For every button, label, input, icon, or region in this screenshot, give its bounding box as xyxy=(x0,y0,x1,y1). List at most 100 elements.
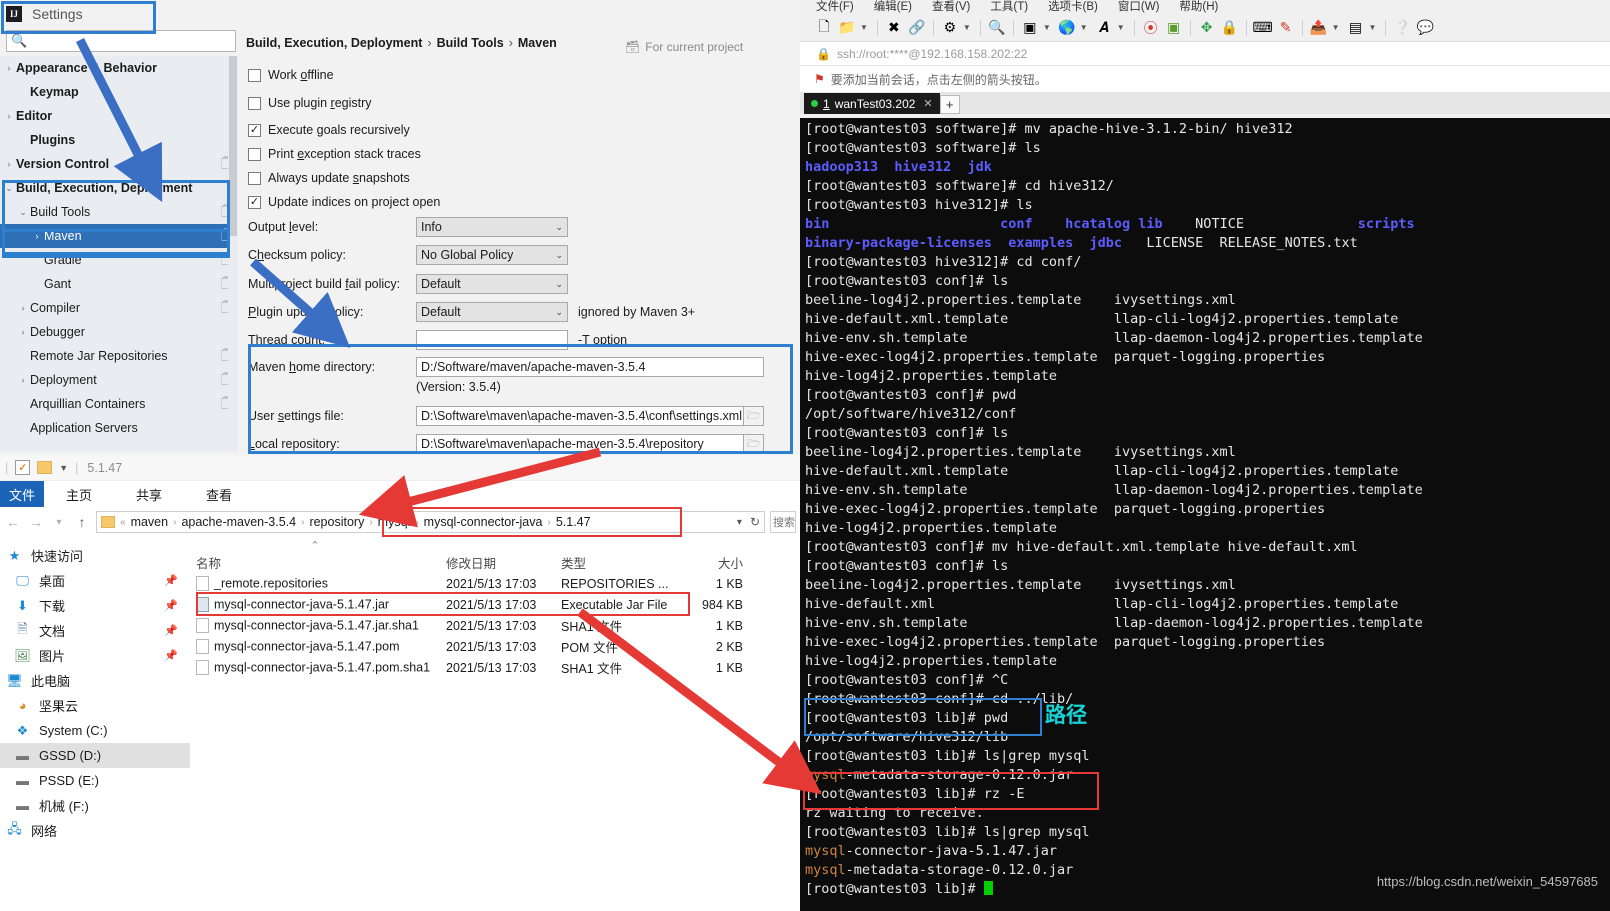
chevron-down-icon[interactable]: ⌄ xyxy=(16,207,30,218)
column-header-type[interactable]: 类型 xyxy=(555,553,675,572)
crumb-1[interactable]: apache-maven-3.5.4 xyxy=(181,515,296,529)
nav-item-6[interactable]: ◕ 坚果云 xyxy=(0,693,190,718)
checkbox-row-3[interactable]: Print exception stack traces xyxy=(248,147,421,161)
tree-item-deployment[interactable]: › Deployment 🗍 xyxy=(0,368,238,392)
tree-item-compiler[interactable]: › Compiler 🗍 xyxy=(0,296,238,320)
log-icon[interactable]: ⦿ xyxy=(1141,18,1161,38)
crumb-separator[interactable]: › xyxy=(301,517,304,528)
nav-item-10[interactable]: ▬ 机械 (F:) xyxy=(0,793,190,818)
crumb-separator[interactable]: › xyxy=(415,517,418,528)
setting-combo-0[interactable]: Info ⌄ xyxy=(416,217,568,237)
menu-0[interactable]: 文件(F) xyxy=(816,0,854,14)
menu-3[interactable]: 工具(T) xyxy=(990,0,1028,14)
tree-item-editor[interactable]: › Editor xyxy=(0,104,238,128)
chevron-down-icon[interactable]: ⌄ xyxy=(555,250,563,261)
terminal-output[interactable]: [root@wantest03 software]# mv apache-hiv… xyxy=(800,118,1610,911)
nav-item-5[interactable]: 🖥 此电脑 xyxy=(0,668,190,693)
nav-item-7[interactable]: ❖ System (C:) xyxy=(0,718,190,743)
setting-combo-3[interactable]: Default ⌄ xyxy=(416,302,568,322)
chevron-down-icon[interactable]: ▼ xyxy=(59,463,68,473)
checkbox-unchecked-icon[interactable] xyxy=(248,147,261,161)
tree-item-appearance-behavior[interactable]: › Appearance & Behavior xyxy=(0,56,238,80)
highlight-icon[interactable]: ✎ xyxy=(1276,18,1296,38)
tree-item-gradle[interactable]: Gradle 🗍 xyxy=(0,248,238,272)
checkbox-unchecked-icon[interactable] xyxy=(248,96,261,110)
crumb-5[interactable]: 5.1.47 xyxy=(556,515,591,529)
file-row-2[interactable]: mysql-connector-java-5.1.47.jar.sha1 2021… xyxy=(190,615,800,636)
crumb-4[interactable]: mysql-connector-java xyxy=(424,515,543,529)
layout-icon[interactable]: ▤ xyxy=(1346,18,1366,38)
transfer-icon[interactable]: ▣ xyxy=(1020,18,1040,38)
tree-item-gant[interactable]: Gant 🗍 xyxy=(0,272,238,296)
chevron-right-icon[interactable]: › xyxy=(2,63,16,73)
setting-text-input-4[interactable] xyxy=(416,330,568,350)
checkbox-unchecked-icon[interactable] xyxy=(248,171,261,185)
chevron-down-icon[interactable]: ⌄ xyxy=(555,279,563,290)
tree-item-maven[interactable]: › Maven 🗍 xyxy=(0,224,238,248)
nav-item-2[interactable]: ⬇ 下载 📌 xyxy=(0,593,190,618)
export-icon[interactable]: 📤 xyxy=(1309,18,1329,38)
chevron-down-icon[interactable]: ⌄ xyxy=(2,183,16,194)
user-settings-file-input[interactable]: D:\Software\maven\apache-maven-3.5.4\con… xyxy=(416,406,744,426)
folder-browse-icon[interactable]: 🗁 xyxy=(744,406,764,426)
menu-2[interactable]: 查看(V) xyxy=(932,0,970,14)
chevron-right-icon[interactable]: › xyxy=(16,303,30,313)
maven-home-directory-input[interactable]: D:/Software/maven/apache-maven-3.5.4 xyxy=(416,357,764,377)
crumb-separator[interactable]: › xyxy=(547,517,550,528)
ribbon-tab-share[interactable]: 共享 xyxy=(114,481,184,507)
lock-icon[interactable]: 🔒 xyxy=(1220,18,1240,38)
chevron-down-icon[interactable]: ▾ xyxy=(737,517,742,528)
checkbox-row-5[interactable]: ✓ Update indices on project open xyxy=(248,195,440,209)
file-row-3[interactable]: mysql-connector-java-5.1.47.pom 2021/5/13… xyxy=(190,636,800,657)
new-session-icon[interactable]: 🗋 xyxy=(814,18,834,38)
chevron-down-icon[interactable]: ▼ xyxy=(1043,23,1051,32)
checkbox-row-2[interactable]: ✓ Execute goals recursively xyxy=(248,123,410,137)
globe-icon[interactable]: 🌎 xyxy=(1057,18,1077,38)
tree-item-debugger[interactable]: › Debugger xyxy=(0,320,238,344)
tree-item-version-control[interactable]: › Version Control 🗍 xyxy=(0,152,238,176)
nav-item-0[interactable]: ★ 快速访问 xyxy=(0,543,190,568)
chevron-down-icon[interactable]: ▼ xyxy=(1080,23,1088,32)
chevron-down-icon[interactable]: ▼ xyxy=(1369,23,1377,32)
checkbox-row-1[interactable]: Use plugin registry xyxy=(248,96,372,110)
tree-item-build-execution-deployment[interactable]: ⌄ Build, Execution, Deployment xyxy=(0,176,238,200)
tree-scrollbar[interactable] xyxy=(228,56,238,452)
close-icon[interactable]: ✕ xyxy=(923,97,932,110)
keyboard-icon[interactable]: ⌨ xyxy=(1253,18,1273,38)
nav-item-9[interactable]: ▬ PSSD (E:) xyxy=(0,768,190,793)
forward-arrow-icon[interactable]: → xyxy=(27,514,45,530)
checkbox-checked-icon[interactable]: ✓ xyxy=(248,195,261,209)
tree-item-plugins[interactable]: Plugins xyxy=(0,128,238,152)
column-header-date[interactable]: 修改日期 xyxy=(440,553,555,572)
pin-icon[interactable]: 📌 xyxy=(164,574,178,587)
setting-combo-2[interactable]: Default ⌄ xyxy=(416,274,568,294)
comment-icon[interactable]: 💬 xyxy=(1415,18,1435,38)
properties-icon[interactable]: ⚙ xyxy=(940,18,960,38)
chevron-right-icon[interactable]: › xyxy=(30,231,44,241)
record-icon[interactable]: ▣ xyxy=(1164,18,1184,38)
disconnect-icon[interactable]: ✖ xyxy=(884,18,904,38)
breadcrumb-path-bar[interactable]: « maven › apache-maven-3.5.4 › repository › my… xyxy=(96,511,765,533)
file-row-0[interactable]: _remote.repositories 2021/5/13 17:03 REPOS… xyxy=(190,573,800,594)
chevron-down-icon[interactable]: ▼ xyxy=(963,23,971,32)
ribbon-file-tab[interactable]: 文件 xyxy=(0,481,44,507)
back-arrow-icon[interactable]: ← xyxy=(4,514,22,530)
chevron-down-icon[interactable]: ▼ xyxy=(1332,23,1340,32)
crumb-0[interactable]: maven xyxy=(131,515,169,529)
checkbox-row-4[interactable]: Always update snapshots xyxy=(248,171,410,185)
nav-item-8[interactable]: ▬ GSSD (D:) xyxy=(0,743,190,768)
chevron-down-icon[interactable]: ▼ xyxy=(1117,23,1125,32)
chevron-down-icon[interactable]: ▼ xyxy=(860,23,868,32)
chevron-right-icon[interactable]: › xyxy=(2,111,16,121)
ribbon-tab-view[interactable]: 查看 xyxy=(184,481,254,507)
crumb-separator[interactable]: › xyxy=(173,517,176,528)
folder-icon[interactable] xyxy=(37,461,53,474)
file-row-1[interactable]: mysql-connector-java-5.1.47.jar 2021/5/13… xyxy=(190,594,800,615)
ribbon-tab-home[interactable]: 主页 xyxy=(44,481,114,507)
font-icon[interactable]: 𝑨 xyxy=(1094,18,1114,38)
crumb-2[interactable]: repository xyxy=(309,515,364,529)
refresh-icon[interactable]: ↻ xyxy=(750,515,760,529)
explorer-search-input[interactable]: 搜索 xyxy=(770,511,796,533)
menu-4[interactable]: 选项卡(B) xyxy=(1048,0,1098,14)
tree-item-arquillian-containers[interactable]: Arquillian Containers 🗍 xyxy=(0,392,238,416)
